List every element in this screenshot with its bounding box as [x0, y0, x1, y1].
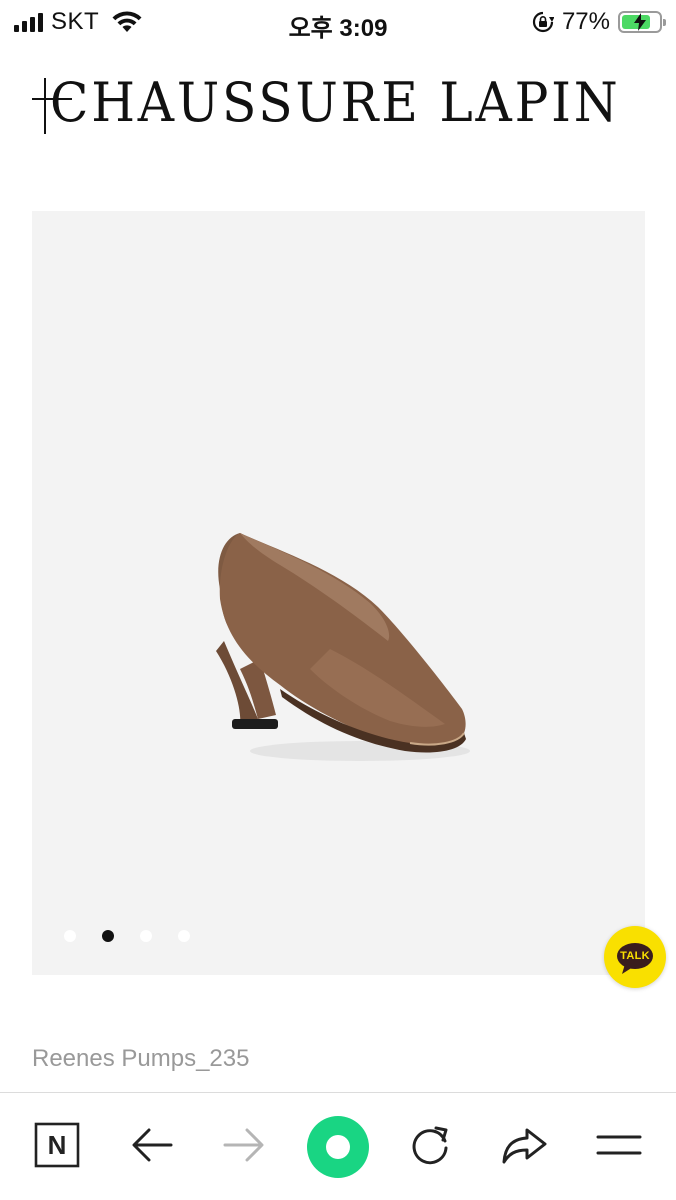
home-icon-center: [326, 1135, 350, 1159]
brown-leather-pump-icon: [216, 533, 470, 761]
reload-button[interactable]: [400, 1115, 460, 1175]
logo-cross-vertical: [44, 78, 46, 134]
battery-percent: 77%: [561, 8, 610, 35]
forward-arrow-icon: [223, 1128, 264, 1162]
kakaotalk-icon: TALK: [616, 942, 654, 974]
share-icon: [502, 1128, 547, 1164]
home-button[interactable]: [306, 1115, 370, 1179]
home-icon: [307, 1116, 369, 1178]
share-button[interactable]: [494, 1115, 554, 1175]
carousel-dot[interactable]: [178, 930, 190, 942]
carousel-dot[interactable]: [140, 930, 152, 942]
carousel-dot[interactable]: [64, 930, 76, 942]
naver-button[interactable]: N: [27, 1115, 87, 1175]
carousel-pagination: [64, 930, 190, 942]
back-button[interactable]: [122, 1115, 182, 1175]
reload-icon: [412, 1126, 448, 1165]
product-name: Reenes Pumps_235: [32, 1045, 250, 1072]
menu-icon: [596, 1135, 642, 1155]
product-image-carousel[interactable]: [32, 211, 645, 975]
kakaotalk-chat-button[interactable]: TALK: [604, 926, 666, 988]
charging-bolt-icon: [634, 13, 646, 31]
status-right: 77%: [532, 8, 666, 36]
menu-button[interactable]: [589, 1115, 649, 1175]
logo-text: CHAUSSURE LAPIN: [50, 71, 621, 134]
talk-label: TALK: [620, 950, 650, 962]
rotation-lock-icon: [532, 11, 554, 33]
battery-charging-icon: [618, 11, 666, 33]
back-arrow-icon: [132, 1128, 173, 1162]
forward-button[interactable]: [214, 1115, 274, 1175]
carousel-dot[interactable]: [102, 930, 114, 942]
browser-toolbar: N: [0, 1092, 676, 1200]
naver-icon: N: [34, 1122, 80, 1168]
status-bar: SKT 오후 3:09 77%: [0, 0, 676, 44]
brand-logo[interactable]: CHAUSSURE LAPIN: [30, 66, 646, 140]
naver-letter: N: [48, 1130, 67, 1160]
